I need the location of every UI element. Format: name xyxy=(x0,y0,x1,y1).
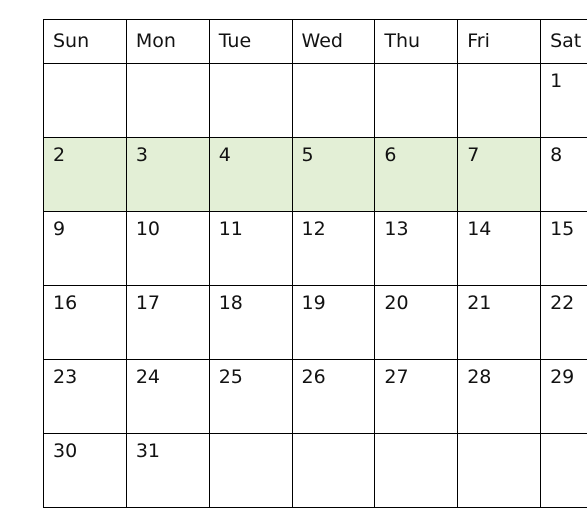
weekday-header-fri: Fri xyxy=(457,19,542,64)
calendar-day-cell[interactable]: 26 xyxy=(291,359,376,434)
day-number: 14 xyxy=(467,218,492,240)
calendar-day-cell-empty xyxy=(43,63,127,138)
weekday-header-thu: Thu xyxy=(374,19,459,64)
day-number: 24 xyxy=(135,366,161,388)
weekday-header-wed: Wed xyxy=(291,19,376,64)
day-number: 28 xyxy=(467,366,492,388)
calendar-day-cell-highlighted[interactable]: 6 xyxy=(374,137,459,212)
day-number: 29 xyxy=(550,366,575,388)
calendar-day-cell-empty xyxy=(208,63,293,138)
day-number: 27 xyxy=(384,366,409,388)
day-number: 12 xyxy=(301,218,326,240)
calendar-week-row: 1 xyxy=(43,63,587,138)
calendar-day-cell-empty xyxy=(208,433,293,508)
day-number: 16 xyxy=(53,292,78,314)
calendar-day-cell[interactable]: 25 xyxy=(208,359,293,434)
day-number: 9 xyxy=(53,218,66,240)
day-number: 21 xyxy=(467,292,492,314)
calendar-day-cell[interactable]: 15 xyxy=(540,211,587,286)
calendar-day-cell-empty xyxy=(291,433,376,508)
calendar-day-cell-highlighted[interactable]: 3 xyxy=(125,137,210,212)
day-number: 17 xyxy=(135,292,161,314)
calendar-day-cell-empty xyxy=(540,433,587,508)
calendar-day-cell[interactable]: 24 xyxy=(125,359,210,434)
calendar-day-cell[interactable]: 12 xyxy=(291,211,376,286)
weekday-header-tue: Tue xyxy=(208,19,293,64)
day-number: 10 xyxy=(135,218,161,240)
day-number: 11 xyxy=(218,218,243,240)
calendar-day-cell[interactable]: 14 xyxy=(457,211,542,286)
calendar-day-cell[interactable]: 1 xyxy=(540,63,587,138)
calendar-widget: Sun Mon Tue Wed Thu Fri Sat 1 2 3 4 5 6 7 8 9 10 11 12 13 1… xyxy=(43,19,587,508)
calendar-header-row-group: Sun Mon Tue Wed Thu Fri Sat xyxy=(43,19,587,64)
calendar-day-cell[interactable]: 28 xyxy=(457,359,542,434)
calendar-day-cell[interactable]: 22 xyxy=(540,285,587,360)
weekday-header-sat: Sat xyxy=(540,19,587,64)
calendar-day-cell-empty xyxy=(457,433,542,508)
day-number: 2 xyxy=(53,144,66,166)
day-number: 30 xyxy=(53,440,78,462)
calendar-day-cell-highlighted[interactable]: 7 xyxy=(457,137,542,212)
day-number: 15 xyxy=(550,218,575,240)
day-number: 4 xyxy=(218,144,231,166)
weekday-header-mon: Mon xyxy=(125,19,210,64)
calendar-day-cell[interactable]: 29 xyxy=(540,359,587,434)
calendar-day-cell[interactable]: 13 xyxy=(374,211,459,286)
calendar-day-cell-empty xyxy=(125,63,210,138)
day-number: 6 xyxy=(384,144,397,166)
weekday-header-sun: Sun xyxy=(43,19,127,64)
calendar-day-cell[interactable]: 30 xyxy=(43,433,127,508)
calendar-week-row: 16 17 18 19 20 21 22 xyxy=(43,285,587,360)
calendar-week-row: 2 3 4 5 6 7 8 xyxy=(43,137,587,212)
day-number: 22 xyxy=(550,292,575,314)
calendar-day-cell-empty xyxy=(457,63,542,138)
calendar-day-cell[interactable]: 9 xyxy=(43,211,127,286)
calendar-day-cell[interactable]: 17 xyxy=(125,285,210,360)
calendar-grid: Sun Mon Tue Wed Thu Fri Sat 1 2 3 4 5 6 7 8 9 10 11 12 13 1… xyxy=(43,19,587,508)
calendar-day-cell-highlighted[interactable]: 2 xyxy=(43,137,127,212)
calendar-day-cell[interactable]: 18 xyxy=(208,285,293,360)
day-number: 3 xyxy=(135,144,148,166)
calendar-day-cell[interactable]: 27 xyxy=(374,359,459,434)
day-number: 20 xyxy=(384,292,409,314)
day-number: 26 xyxy=(301,366,326,388)
calendar-day-cell[interactable]: 19 xyxy=(291,285,376,360)
calendar-day-cell[interactable]: 8 xyxy=(540,137,587,212)
calendar-day-cell-highlighted[interactable]: 4 xyxy=(208,137,293,212)
day-number: 19 xyxy=(301,292,326,314)
day-number: 5 xyxy=(301,144,314,166)
day-number: 8 xyxy=(550,144,563,166)
calendar-day-cell[interactable]: 16 xyxy=(43,285,127,360)
day-number: 23 xyxy=(53,366,78,388)
day-number: 25 xyxy=(218,366,243,388)
calendar-day-cell[interactable]: 21 xyxy=(457,285,542,360)
calendar-day-cell-empty xyxy=(291,63,376,138)
calendar-body: 1 2 3 4 5 6 7 8 9 10 11 12 13 14 15 16 17 18 19 20 21 22 23 24 2… xyxy=(43,63,587,508)
day-number: 31 xyxy=(135,440,161,462)
calendar-day-cell-highlighted[interactable]: 5 xyxy=(291,137,376,212)
calendar-day-cell[interactable]: 31 xyxy=(125,433,210,508)
calendar-day-cell[interactable]: 11 xyxy=(208,211,293,286)
calendar-day-cell-empty xyxy=(374,433,459,508)
calendar-week-row: 9 10 11 12 13 14 15 xyxy=(43,211,587,286)
day-number: 18 xyxy=(218,292,243,314)
calendar-day-cell[interactable]: 10 xyxy=(125,211,210,286)
day-number: 7 xyxy=(467,144,480,166)
calendar-day-cell[interactable]: 23 xyxy=(43,359,127,434)
day-number: 13 xyxy=(384,218,409,240)
calendar-week-row: 23 24 25 26 27 28 29 xyxy=(43,359,587,434)
calendar-day-cell[interactable]: 20 xyxy=(374,285,459,360)
weekday-header-row: Sun Mon Tue Wed Thu Fri Sat xyxy=(43,19,587,64)
day-number: 1 xyxy=(550,70,563,92)
calendar-day-cell-empty xyxy=(374,63,459,138)
calendar-week-row: 30 31 xyxy=(43,433,587,508)
